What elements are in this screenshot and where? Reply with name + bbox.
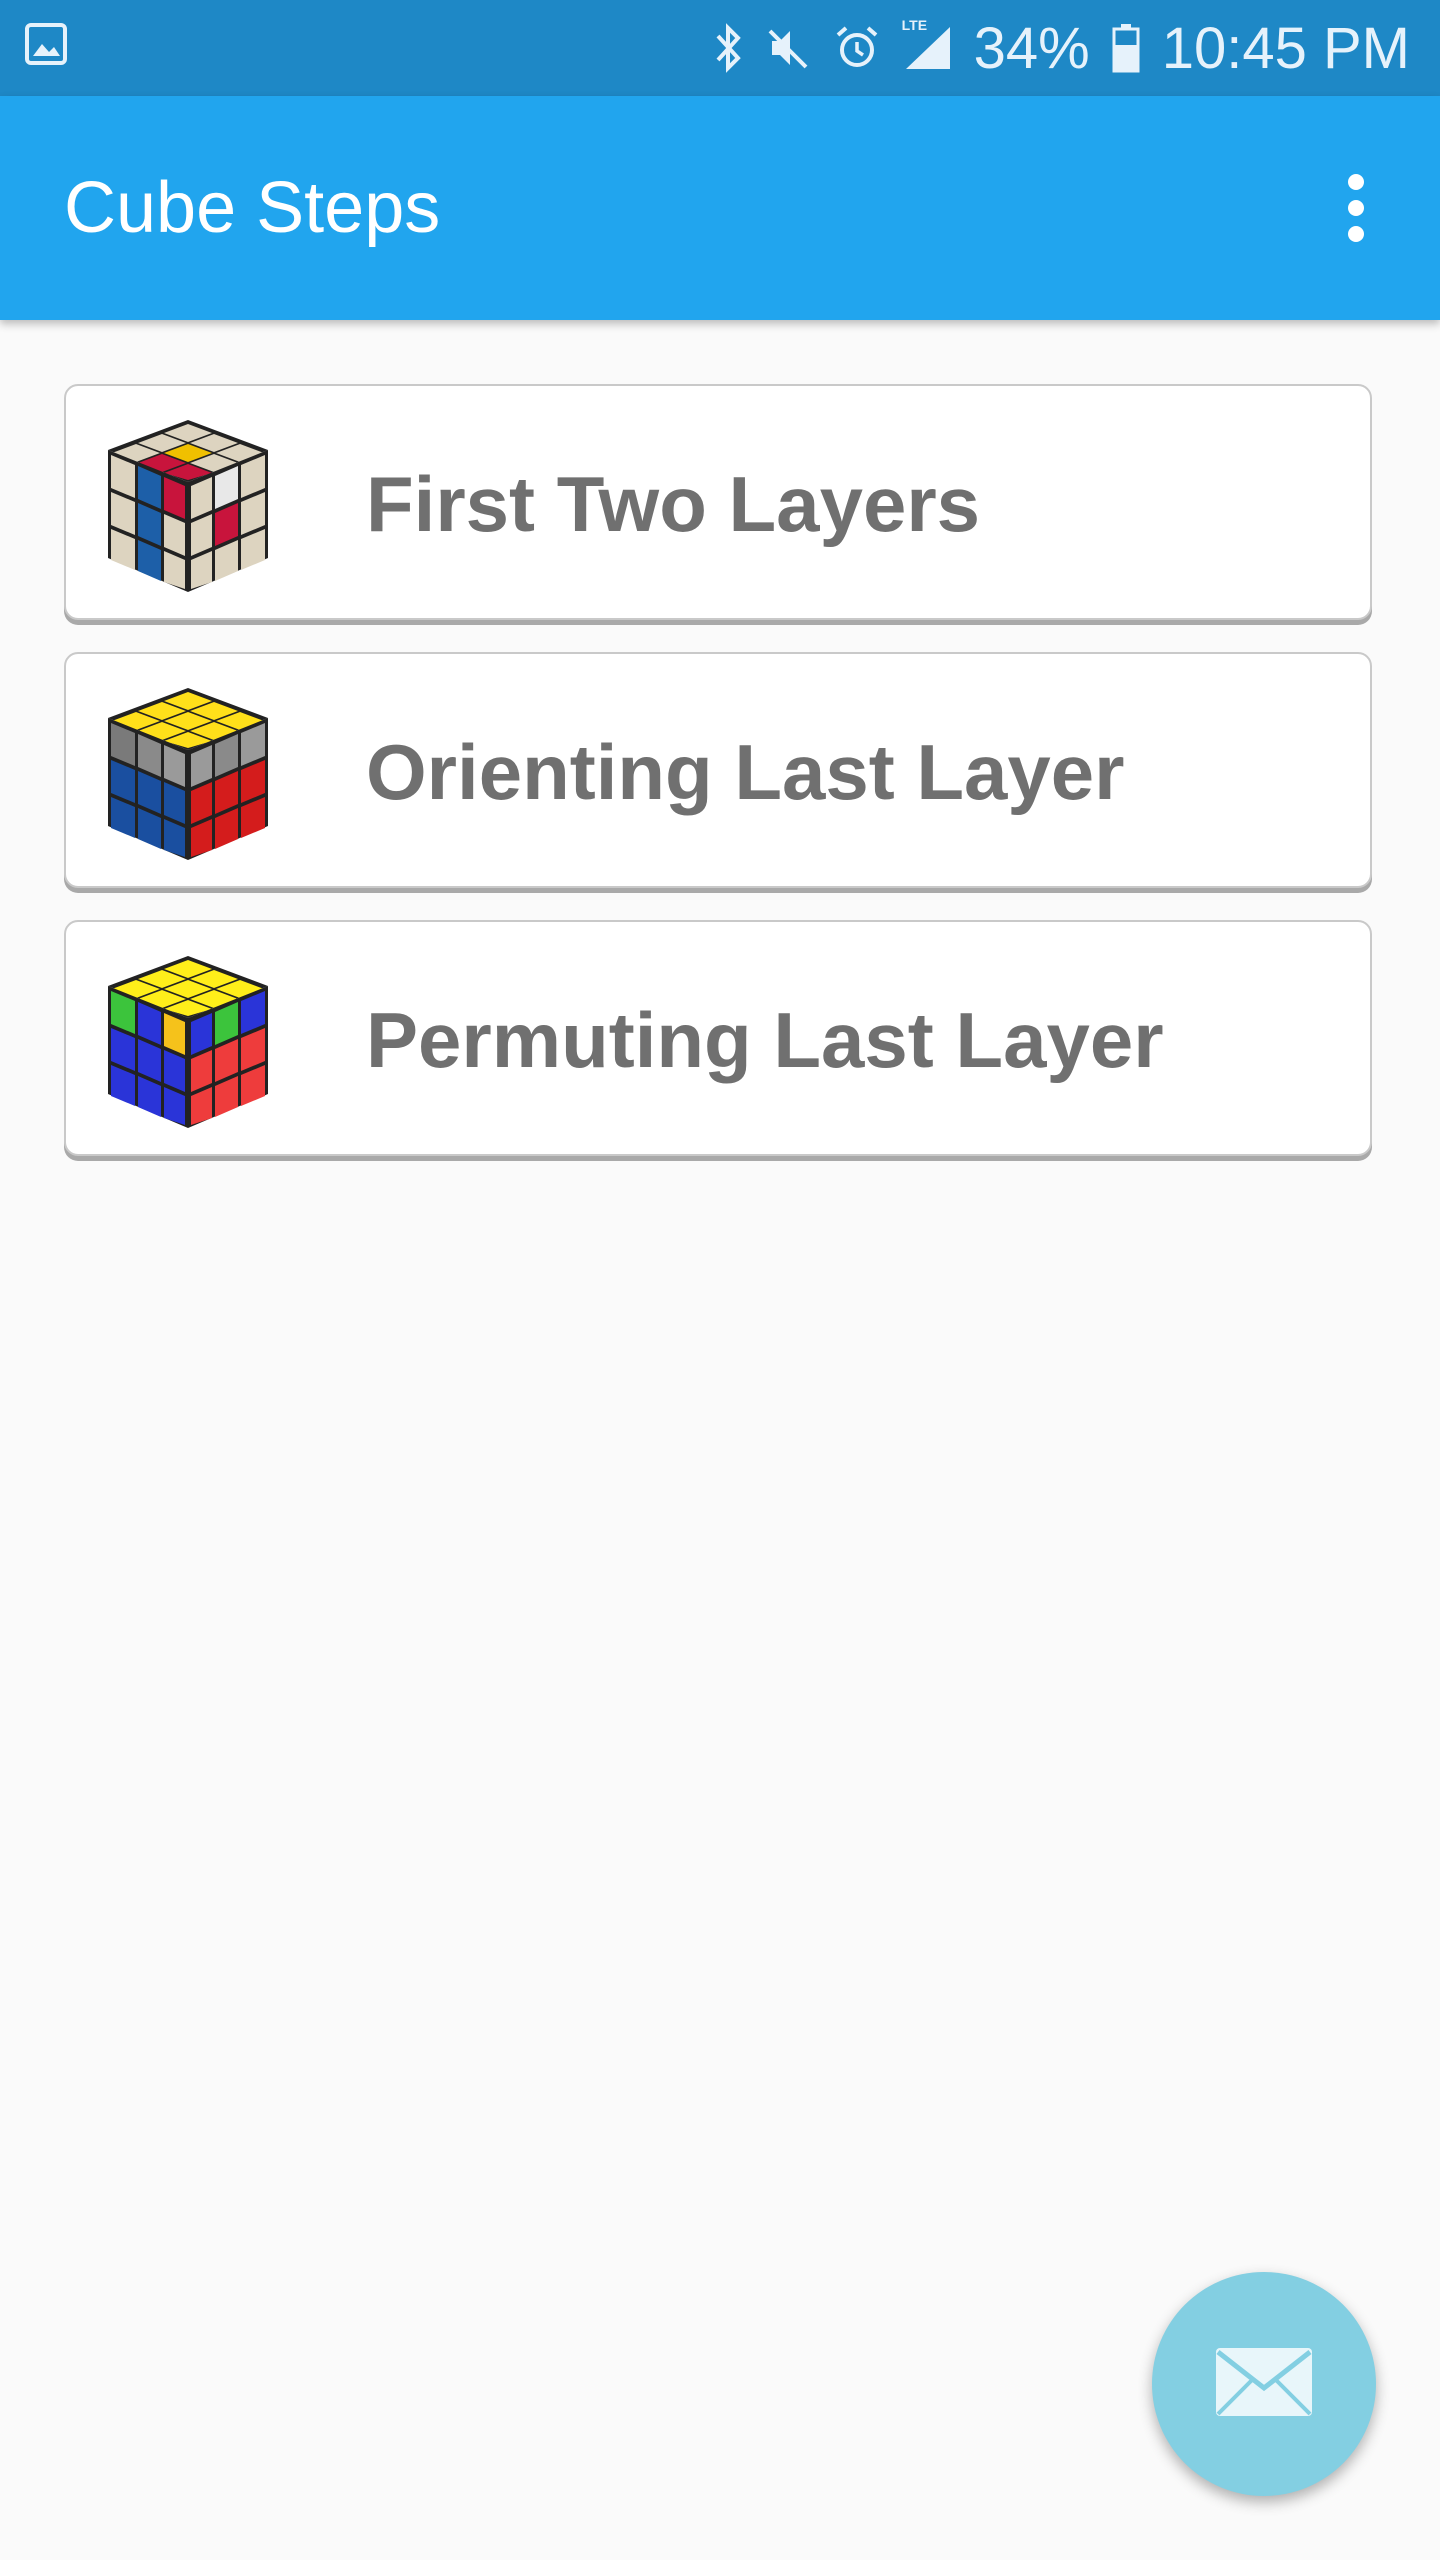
alarm-icon: [834, 25, 880, 71]
step-label: Permuting Last Layer: [366, 996, 1164, 1084]
app-title: Cube Steps: [64, 168, 441, 248]
step-label: First Two Layers: [366, 460, 981, 548]
more-vert-icon[interactable]: [1316, 168, 1396, 248]
step-label: Orienting Last Layer: [366, 728, 1125, 816]
step-card-permuting-last-layer[interactable]: Permuting Last Layer: [64, 920, 1372, 1156]
mute-icon: [766, 25, 812, 71]
status-bar: LTE 34% 10:45 PM: [0, 0, 1440, 96]
step-card-orienting-last-layer[interactable]: Orienting Last Layer: [64, 652, 1372, 888]
app-bar: Cube Steps: [0, 96, 1440, 320]
gallery-icon: [24, 22, 68, 66]
step-card-first-two-layers[interactable]: First Two Layers: [64, 384, 1372, 620]
network-type-label: LTE: [901, 17, 928, 33]
cube-oll-icon: [88, 670, 288, 870]
cube-f2l-icon: [88, 402, 288, 602]
cube-pll-icon: [88, 938, 288, 1138]
signal-icon: LTE: [902, 17, 952, 71]
battery-percent: 34%: [973, 15, 1090, 81]
bluetooth-icon: [714, 22, 744, 74]
email-fab-button[interactable]: [1152, 2272, 1376, 2496]
clock: 10:45 PM: [1161, 15, 1410, 81]
email-icon: [1214, 2346, 1314, 2423]
step-list: First Two Layers Orienting Last Layer Pe…: [64, 384, 1376, 1188]
battery-icon: [1112, 23, 1140, 73]
